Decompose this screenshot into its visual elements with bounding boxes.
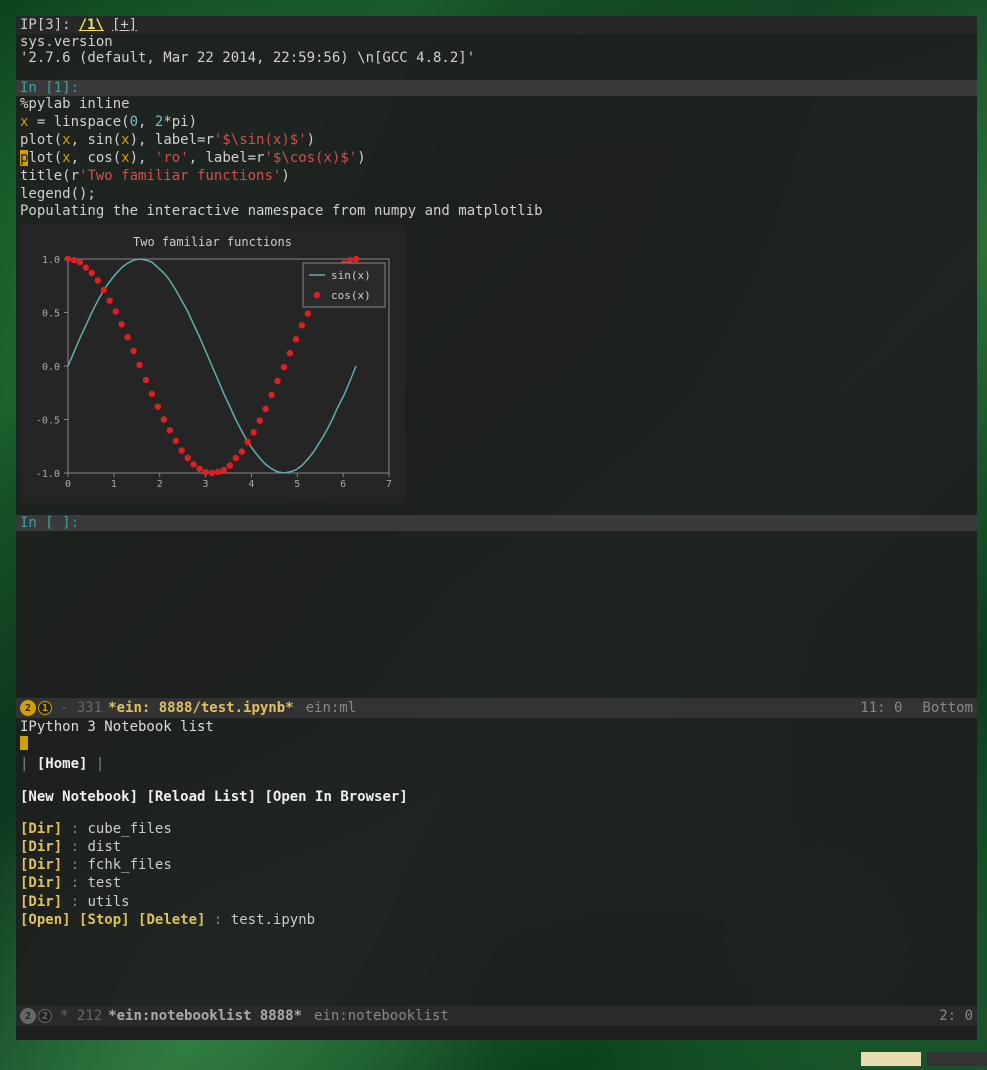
delete-link[interactable]: [Delete] [138,912,205,928]
major-mode: ein:ml [306,700,357,716]
cell2-prompt[interactable]: In [ ]: [16,515,977,531]
text-cursor-2 [20,736,28,750]
item-name: utils [87,894,129,910]
list-item: [Dir] : fchk_files [20,856,973,874]
new-notebook-button[interactable]: [New Notebook] [20,789,138,805]
tab-prefix: IP[3]: [20,17,71,33]
chart-output: Two familiar functions -1.0 -0.5 0.0 0.5 1.0… [20,225,405,503]
minibuffer[interactable] [16,1026,977,1040]
dir-link[interactable]: [Dir] [20,839,62,855]
workspace-badge-1[interactable]: 2 [20,700,36,716]
notebooklist-buffer[interactable]: IPython 3 Notebook list | [Home] | [New … [16,718,977,1040]
item-name: dist [87,839,121,855]
modeline-state: - 331 [60,700,102,716]
svg-text:7: 7 [386,479,392,490]
cursor-position: 11: 0 [860,700,902,716]
svg-text:sin(x): sin(x) [331,269,371,282]
modeline-bottom: 2 2 * 212 *ein:notebooklist 8888* ein:no… [16,1006,977,1026]
scroll-position: Bottom [922,700,973,716]
taskbar [861,1052,987,1070]
dir-link[interactable]: [Dir] [20,894,62,910]
open-link[interactable]: [Open] [20,912,71,928]
workspace-badge-3[interactable]: 2 [20,1008,36,1024]
stop-link[interactable]: [Stop] [79,912,130,928]
svg-text:5: 5 [294,479,300,490]
modeline-top: 2 1 - 331 *ein: 8888/test.ipynb* ein:ml … [16,698,977,718]
svg-text:cos(x): cos(x) [331,289,371,302]
home-link[interactable]: [Home] [37,756,88,772]
workspace-badge-2[interactable]: 1 [38,701,52,715]
chart-svg: -1.0 -0.5 0.0 0.5 1.0 0 1 2 3 4 5 6 7 sin(x) cos(x) [30,253,395,493]
svg-text:0.0: 0.0 [42,362,60,373]
nblist-items: [Dir] : cube_files [Dir] : dist [Dir] : … [20,820,973,929]
item-name: test.ipynb [231,912,315,928]
cell1-line4[interactable]: plot(x, cos(x), 'ro', label=r'$\cos(x)$'… [16,150,977,168]
emacs-frame: IP[3]: /1\ [+] sys.version '2.7.6 (defau… [16,16,977,1040]
dir-link[interactable]: [Dir] [20,875,62,891]
svg-text:6: 6 [340,479,346,490]
nblist-breadcrumb: | [Home] | [20,755,973,773]
modeline2-state: * 212 [60,1008,102,1024]
taskbar-item-1[interactable] [861,1052,921,1066]
svg-text:1: 1 [111,479,117,490]
open-browser-button[interactable]: [Open In Browser] [264,789,407,805]
cell1-line1[interactable]: %pylab inline [16,96,977,114]
list-item: [Dir] : utils [20,893,973,911]
list-item: [Dir] : cube_files [20,820,973,838]
item-name: cube_files [87,821,171,837]
notebook-buffer[interactable]: IP[3]: /1\ [+] sys.version '2.7.6 (defau… [16,16,977,698]
taskbar-item-2[interactable] [927,1052,987,1066]
tab-active[interactable]: /1\ [79,17,104,33]
cell0-code: sys.version [16,34,977,50]
svg-text:2: 2 [157,479,163,490]
tab-bar: IP[3]: /1\ [+] [16,16,977,34]
buffer-name: *ein: 8888/test.ipynb* [108,700,293,716]
cell0-result: '2.7.6 (default, Mar 22 2014, 22:59:56) … [16,50,977,66]
dir-link[interactable]: [Dir] [20,857,62,873]
svg-text:-1.0: -1.0 [36,469,60,480]
cell1-line2[interactable]: x = linspace(0, 2*pi) [16,114,977,132]
tab-add[interactable]: [+] [112,17,137,33]
item-name: test [87,875,121,891]
cell1-output: Populating the interactive namespace fro… [16,203,977,219]
cell1-line3[interactable]: plot(x, sin(x), label=r'$\sin(x)$') [16,132,977,150]
svg-text:-0.5: -0.5 [36,416,60,427]
list-item: [Open] [Stop] [Delete] : test.ipynb [20,911,973,929]
cell1-line5[interactable]: title(r'Two familiar functions') [16,168,977,186]
list-item: [Dir] : dist [20,838,973,856]
dir-link[interactable]: [Dir] [20,821,62,837]
nblist-title: IPython 3 Notebook list [20,718,973,736]
buffer-name-2: *ein:notebooklist 8888* [108,1008,302,1024]
svg-text:0: 0 [65,479,71,490]
workspace-badge-4[interactable]: 2 [38,1009,52,1023]
nblist-toolbar: [New Notebook] [Reload List] [Open In Br… [20,788,973,806]
chart-title: Two familiar functions [30,235,395,249]
cell1-prompt: In [1]: [16,80,977,96]
cursor-position-2: 2: 0 [939,1008,973,1024]
svg-text:1.0: 1.0 [42,255,60,266]
svg-text:3: 3 [203,479,209,490]
svg-text:4: 4 [248,479,254,490]
svg-text:0.5: 0.5 [42,309,60,320]
major-mode-2: ein:notebooklist [314,1008,449,1024]
cell1-line6[interactable]: legend(); [16,186,977,204]
list-item: [Dir] : test [20,874,973,892]
item-name: fchk_files [87,857,171,873]
reload-list-button[interactable]: [Reload List] [146,789,256,805]
